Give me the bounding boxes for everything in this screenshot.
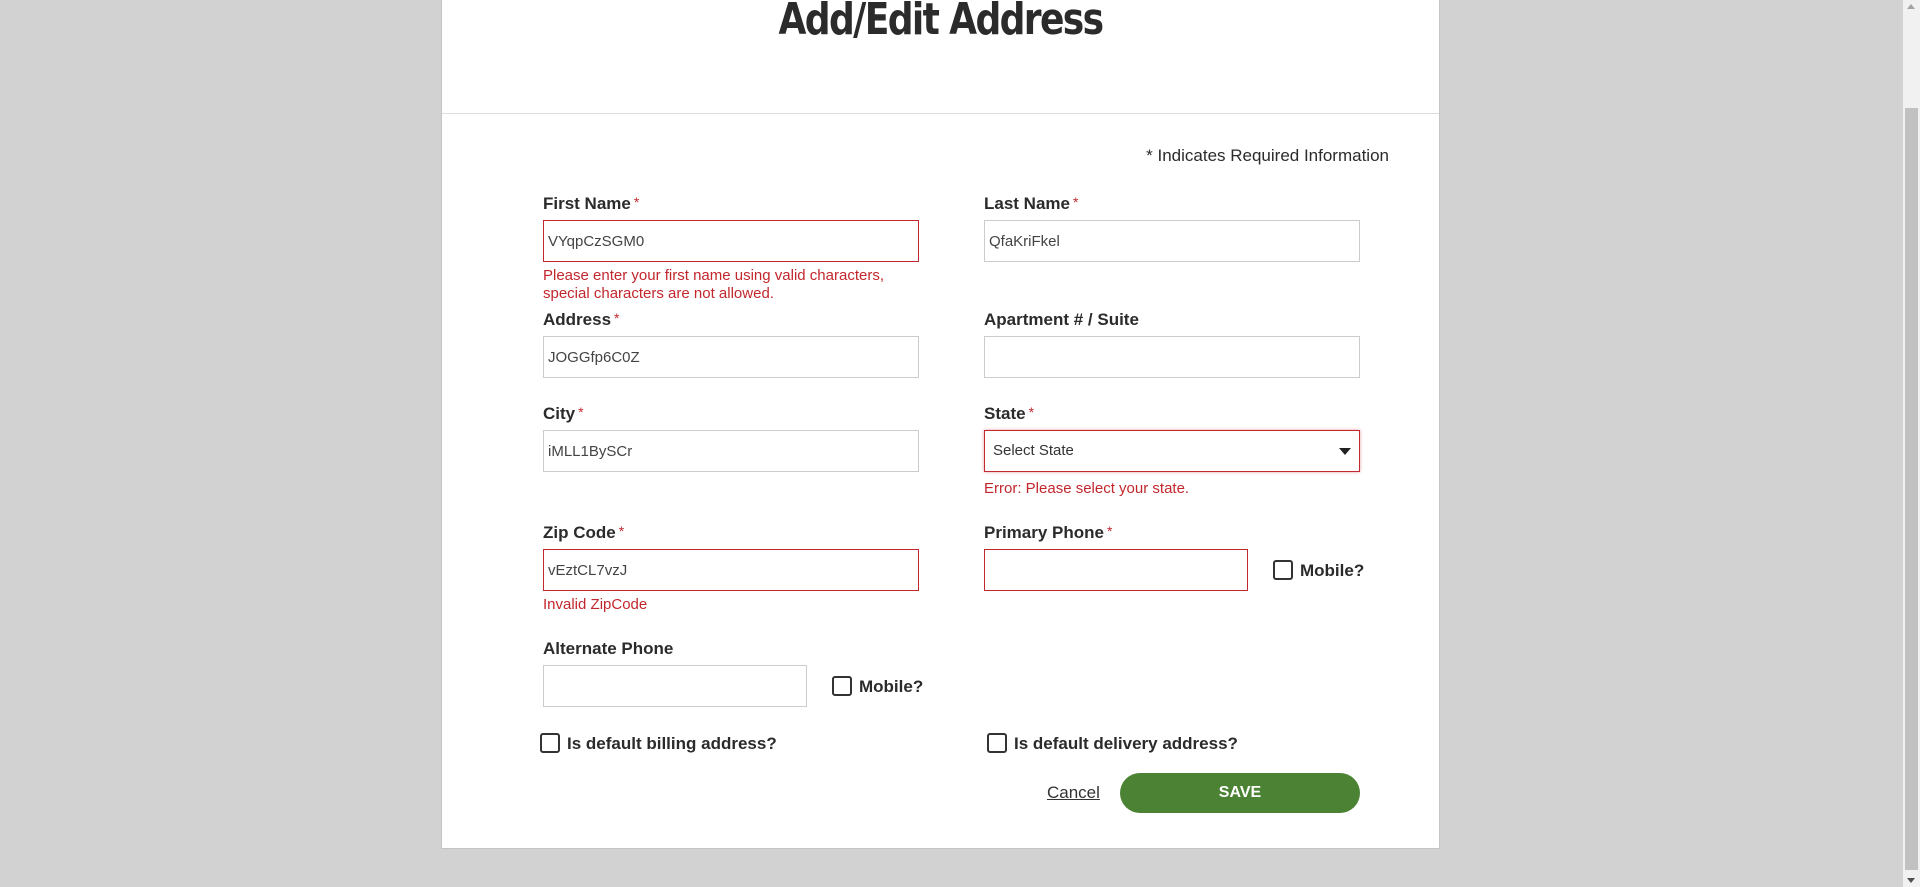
alternate-phone-mobile-label: Mobile?	[859, 677, 924, 696]
first-name-label-text: First Name	[543, 194, 631, 213]
alternate-phone-mobile-checkbox[interactable]	[832, 676, 852, 696]
cancel-link[interactable]: Cancel	[1047, 783, 1100, 803]
zip-label: Zip Code *	[543, 523, 624, 543]
apartment-label-text: Apartment # / Suite	[984, 310, 1139, 329]
state-label-text: State	[984, 404, 1026, 423]
required-mark: *	[633, 194, 640, 210]
address-label-text: Address	[543, 310, 612, 329]
alternate-phone-label: Alternate Phone	[543, 639, 673, 659]
required-mark: *	[578, 404, 584, 420]
alternate-phone-label-text: Alternate Phone	[543, 639, 674, 658]
modal-title: Add/Edit Address	[778, 0, 1105, 45]
scroll-up-icon[interactable]	[1907, 4, 1915, 9]
first-name-error: Please enter your first name using valid…	[543, 267, 884, 302]
last-name-label: Last Name *	[984, 194, 1078, 214]
required-mark: *	[614, 310, 620, 326]
zip-label-text: Zip Code	[543, 523, 616, 542]
zip-input[interactable]	[543, 549, 919, 591]
primary-phone-mobile-checkbox[interactable]	[1273, 560, 1293, 580]
primary-phone-label-text: Primary Phone	[984, 523, 1104, 542]
default-billing-checkbox[interactable]	[540, 733, 560, 753]
primary-phone-input[interactable]	[984, 549, 1248, 591]
last-name-label-text: Last Name	[984, 194, 1070, 213]
zip-error: Invalid ZipCode	[543, 596, 648, 613]
first-name-input[interactable]	[543, 220, 919, 262]
default-delivery-label: Is default delivery address?	[1014, 734, 1238, 753]
primary-phone-mobile-label: Mobile?	[1300, 561, 1365, 580]
scroll-thumb[interactable]	[1905, 108, 1918, 870]
scroll-down-icon[interactable]	[1907, 878, 1915, 883]
state-label: State *	[984, 404, 1034, 424]
city-input[interactable]	[543, 430, 919, 472]
caret-down-icon	[1339, 448, 1351, 455]
first-name-label: First Name *	[543, 194, 639, 214]
apartment-input[interactable]	[984, 336, 1360, 378]
page-scrollbar[interactable]	[1903, 0, 1920, 887]
state-select[interactable]: Select State	[984, 430, 1360, 472]
city-label: City *	[543, 404, 584, 424]
required-mark: *	[1072, 194, 1079, 210]
alternate-phone-input[interactable]	[543, 665, 807, 707]
required-info-note: * Indicates Required Information	[1146, 146, 1389, 165]
default-delivery-checkbox[interactable]	[987, 733, 1007, 753]
city-label-text: City	[543, 404, 576, 423]
required-mark: *	[1107, 523, 1113, 539]
state-select-value: Select State	[993, 442, 1074, 459]
default-billing-label: Is default billing address?	[567, 734, 777, 753]
last-name-input[interactable]	[984, 220, 1360, 262]
required-mark: *	[1028, 404, 1035, 420]
required-mark: *	[618, 523, 625, 539]
address-modal: Add/Edit Address * Indicates Required In…	[441, 0, 1440, 849]
modal-header: Add/Edit Address	[442, 0, 1439, 114]
address-input[interactable]	[543, 336, 919, 378]
apartment-label: Apartment # / Suite	[984, 310, 1139, 330]
save-button[interactable]: SAVE	[1120, 773, 1360, 813]
address-label: Address *	[543, 310, 619, 330]
state-error: Error: Please select your state.	[984, 480, 1190, 497]
page: Add/Edit Address * Indicates Required In…	[0, 0, 1920, 887]
primary-phone-label: Primary Phone *	[984, 523, 1112, 543]
